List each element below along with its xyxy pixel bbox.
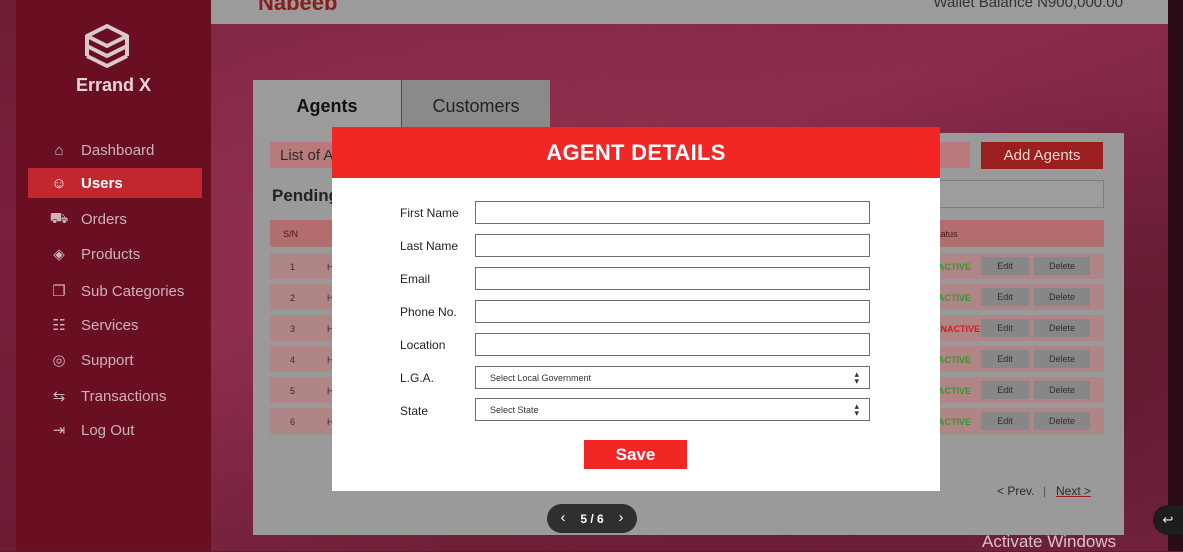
row-sn: 3 (290, 324, 296, 334)
last-name-label: Last Name (400, 239, 459, 253)
errandx-logo-icon (85, 24, 129, 68)
save-button[interactable]: Save (584, 440, 687, 469)
delete-button[interactable]: Delete (1034, 288, 1090, 306)
headset-icon: ◎ (52, 352, 66, 369)
return-arrow-icon[interactable]: ↩ (1153, 505, 1183, 535)
status-badge: ACTIVE (938, 417, 972, 427)
next-page-link[interactable]: Next > (1056, 484, 1091, 498)
box-icon: ◈ (53, 246, 65, 263)
phone-label: Phone No. (400, 305, 457, 319)
status-badge: ACTIVE (938, 386, 972, 396)
sidebar-item-dashboard[interactable]: ⌂ Dashboard (28, 135, 202, 165)
edit-button[interactable]: Edit (981, 288, 1029, 306)
status-badge: ACTIVE (938, 293, 972, 303)
edit-button[interactable]: Edit (981, 319, 1029, 337)
pagination-separator: | (1043, 484, 1047, 498)
top-brand-text: Nabeeb (258, 0, 338, 15)
delete-button[interactable]: Delete (1034, 381, 1090, 399)
row-sn: 2 (290, 293, 296, 303)
select-caret-icon: ▴ ▾ (854, 401, 859, 418)
search-input[interactable] (930, 180, 1104, 208)
sidebar-item-transactions[interactable]: ⇆ Transactions (28, 381, 202, 411)
first-name-label: First Name (400, 206, 459, 220)
wallet-balance: Wallet Balance N900,000.00 (933, 0, 1123, 11)
edit-button[interactable]: Edit (981, 257, 1029, 275)
last-name-field[interactable] (475, 234, 870, 257)
page-navigator: ‹ 5 / 6 › (547, 504, 637, 533)
handshake-icon: ☷ (52, 317, 66, 334)
state-select-placeholder: Select State (490, 404, 539, 415)
email-field[interactable] (475, 267, 870, 290)
modal-title: AGENT DETAILS (332, 127, 940, 178)
sidebar-item-label: Transactions (81, 387, 167, 405)
tab-agents[interactable]: Agents (253, 80, 401, 133)
home-icon: ⌂ (54, 141, 64, 159)
sidebar-item-label: Products (81, 245, 141, 263)
location-label: Location (400, 338, 446, 352)
add-agents-button[interactable]: Add Agents (981, 142, 1103, 169)
sidebar-item-products[interactable]: ◈ Products (28, 239, 202, 269)
first-name-field[interactable] (475, 201, 870, 224)
sidebar-item-logout[interactable]: ⇥ Log Out (28, 415, 202, 445)
edit-button[interactable]: Edit (981, 381, 1029, 399)
sidebar-item-label: Users (81, 174, 123, 192)
cart-icon: ⛟ (49, 209, 69, 227)
sidebar-item-sub-categories[interactable]: ❐ Sub Categories (28, 276, 202, 306)
exchange-icon: ⇆ (52, 388, 66, 405)
delete-button[interactable]: Delete (1034, 257, 1090, 275)
sidebar-item-label: Log Out (81, 421, 135, 439)
header-sn: S/N (283, 229, 299, 239)
lga-select-placeholder: Select Local Government (490, 372, 592, 383)
location-field[interactable] (475, 333, 870, 356)
sidebar-item-label: Dashboard (81, 141, 155, 159)
delete-button[interactable]: Delete (1034, 319, 1090, 337)
edit-button[interactable]: Edit (981, 350, 1029, 368)
agent-details-modal: AGENT DETAILS First Name Last Name Email… (332, 127, 940, 491)
row-sn: 6 (290, 417, 296, 427)
state-label: State (400, 404, 429, 418)
sidebar-item-label: Services (81, 316, 139, 334)
email-label: Email (400, 272, 431, 286)
prev-page-link[interactable]: < Prev. (997, 484, 1034, 498)
delete-button[interactable]: Delete (1034, 412, 1090, 430)
users-icon: ☺ (51, 174, 67, 192)
sidebar-item-label: Sub Categories (81, 282, 185, 300)
row-sn: 1 (290, 262, 296, 272)
sidebar-item-users[interactable]: ☺ Users (28, 168, 202, 198)
copy-icon: ❐ (52, 283, 66, 300)
brand-name: Errand X (75, 75, 152, 95)
sidebar-item-support[interactable]: ◎ Support (28, 345, 202, 375)
phone-field[interactable] (475, 300, 870, 323)
status-badge: INACTIVE (938, 324, 981, 334)
state-select[interactable]: Select State ▴ ▾ (475, 398, 870, 421)
edit-button[interactable]: Edit (981, 412, 1029, 430)
sidebar-item-label: Support (81, 351, 134, 369)
lga-select[interactable]: Select Local Government ▴ ▾ (475, 366, 870, 389)
lga-label: L.G.A. (400, 371, 435, 385)
row-sn: 4 (290, 355, 296, 365)
chevron-right-icon[interactable]: › (613, 509, 629, 526)
sidebar-item-services[interactable]: ☷ Services (28, 310, 202, 340)
delete-button[interactable]: Delete (1034, 350, 1090, 368)
status-badge: ACTIVE (938, 355, 972, 365)
row-sn: 5 (290, 386, 296, 396)
select-caret-icon: ▴ ▾ (854, 369, 859, 386)
sidebar-item-label: Orders (81, 210, 127, 228)
logout-icon: ⇥ (52, 422, 66, 439)
activate-windows-watermark: Activate Windows (982, 532, 1117, 551)
sidebar-item-orders[interactable]: ⛟ Orders (28, 204, 202, 234)
tab-customers[interactable]: Customers (402, 80, 550, 133)
status-badge: ACTIVE (938, 262, 972, 272)
window-edge (1168, 0, 1183, 551)
